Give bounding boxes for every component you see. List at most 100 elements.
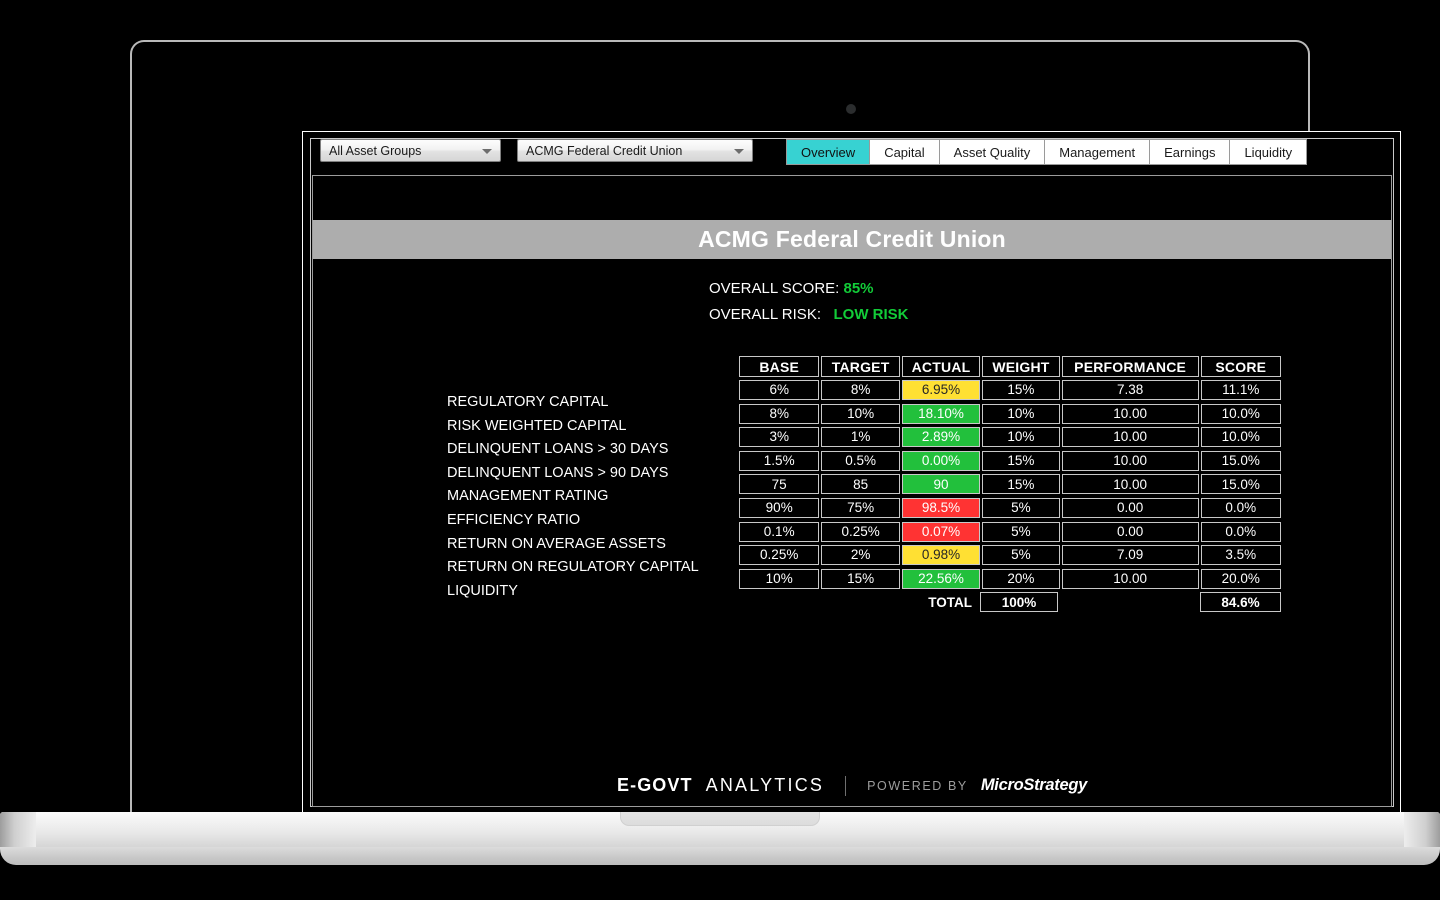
footer-divider — [845, 775, 847, 796]
cell-performance: 10.00 — [1061, 568, 1199, 589]
cell-target: 75% — [821, 497, 900, 518]
tab-overview[interactable]: Overview — [786, 139, 871, 165]
chevron-down-icon — [734, 149, 744, 154]
tab-asset-quality-label: Asset Quality — [953, 144, 1031, 160]
column-header-base: BASE — [739, 356, 820, 377]
cell-weight: 5% — [982, 521, 1060, 542]
cell-weight: 15% — [982, 474, 1060, 495]
cell-target: 0.5% — [821, 450, 900, 471]
cell-score: 0.0% — [1200, 521, 1281, 542]
overall-risk-value: LOW RISK — [833, 306, 909, 323]
overall-risk-label: OVERALL RISK: — [709, 306, 834, 323]
brand-analytics-label: ANALYTICS — [705, 775, 825, 795]
cell-weight: 10% — [982, 427, 1060, 448]
brand-egovt-label: E-GOVT — [617, 775, 693, 795]
cell-base: 10% — [739, 568, 820, 589]
row-label-regulatory-capital: REGULATORY CAPITAL — [447, 394, 609, 410]
cell-weight: 5% — [982, 497, 1060, 518]
row-label-delinquent-loans-30: DELINQUENT LOANS > 30 DAYS — [447, 441, 669, 458]
chevron-down-icon — [482, 149, 492, 154]
tab-capital-label: Capital — [884, 144, 925, 160]
tab-asset-quality[interactable]: Asset Quality — [939, 139, 1046, 165]
overall-risk-row: OVERALL RISK: LOW RISK — [709, 306, 909, 323]
column-header-performance: PERFORMANCE — [1061, 356, 1199, 377]
cell-actual: 0.07% — [901, 521, 981, 542]
laptop-base-front — [0, 847, 1440, 865]
overall-score-value: 85% — [843, 280, 874, 297]
cell-score: 15.0% — [1200, 474, 1281, 495]
cell-target: 15% — [821, 568, 900, 589]
cell-target: 8% — [821, 380, 900, 400]
table-row: 6% 8% 6.95% 15% 7.38 11.1% — [739, 380, 1281, 400]
cell-score: 20.0% — [1200, 568, 1281, 589]
table-row: 10% 15% 22.56% 20% 10.00 20.0% — [739, 568, 1281, 589]
microstrategy-logo: MicroStrategy — [980, 776, 1087, 794]
asset-group-select-value: All Asset Groups — [329, 143, 422, 158]
cell-weight: 15% — [982, 450, 1060, 471]
asset-group-select[interactable]: All Asset Groups — [320, 139, 501, 162]
cell-base: 90% — [739, 497, 820, 518]
cell-score: 11.1% — [1200, 380, 1281, 400]
powered-by-label: POWERED BY — [867, 778, 968, 793]
institution-select[interactable]: ACMG Federal Credit Union — [517, 139, 753, 162]
table-row: 8% 10% 18.10% 10% 10.00 10.0% — [739, 403, 1281, 424]
table-total-row: TOTAL 100% 84.6% — [739, 592, 1281, 613]
cell-base: 1.5% — [739, 450, 820, 471]
cell-performance: 0.00 — [1061, 497, 1199, 518]
cell-base: 6% — [739, 380, 820, 400]
table-row: 90% 75% 98.5% 5% 0.00 0.0% — [739, 497, 1281, 518]
laptop-base-left-edge — [0, 812, 36, 848]
overall-summary: OVERALL SCORE: 85% OVERALL RISK: LOW RIS… — [709, 280, 909, 332]
cell-weight: 5% — [982, 545, 1060, 566]
tab-earnings-label: Earnings — [1164, 144, 1216, 160]
scorecard-row-labels: REGULATORY CAPITAL RISK WEIGHTED CAPITAL… — [447, 391, 737, 603]
tab-liquidity[interactable]: Liquidity — [1230, 139, 1308, 165]
column-header-actual: ACTUAL — [901, 356, 981, 377]
cell-base: 0.25% — [739, 545, 820, 566]
row-label-return-on-regulatory-capital: RETURN ON REGULATORY CAPITAL — [447, 559, 699, 576]
footer: E-GOVT ANALYTICS POWERED BY MicroStrateg… — [313, 775, 1391, 796]
overall-score-label: OVERALL SCORE: — [709, 280, 844, 297]
cell-score: 0.0% — [1200, 497, 1281, 518]
table-row: 0.1% 0.25% 0.07% 5% 0.00 0.0% — [739, 521, 1281, 542]
report-title-bar: ACMG Federal Credit Union — [313, 220, 1391, 259]
table-row: 3% 1% 2.89% 10% 10.00 10.0% — [739, 427, 1281, 448]
cell-actual: 0.98% — [901, 545, 981, 566]
cell-score: 10.0% — [1200, 403, 1281, 424]
page-title: ACMG Federal Credit Union — [698, 226, 1006, 252]
cell-weight: 10% — [982, 403, 1060, 424]
overall-score-row: OVERALL SCORE: 85% — [709, 280, 909, 297]
webcam-icon — [846, 104, 856, 114]
cell-weight: 20% — [982, 568, 1060, 589]
total-weight-value: 100% — [980, 592, 1058, 613]
tab-bar: Overview Capital Asset Quality Managemen… — [786, 139, 1308, 165]
laptop-frame: All Asset Groups ACMG Federal Credit Uni… — [130, 40, 1401, 815]
tab-capital[interactable]: Capital — [870, 139, 940, 165]
column-header-score: SCORE — [1200, 356, 1281, 377]
cell-score: 3.5% — [1200, 545, 1281, 566]
cell-performance: 10.00 — [1061, 474, 1199, 495]
tab-earnings[interactable]: Earnings — [1150, 139, 1231, 165]
cell-performance: 7.38 — [1061, 380, 1199, 400]
cell-base: 8% — [739, 403, 820, 424]
cell-actual: 0.00% — [901, 450, 981, 471]
row-label-risk-weighted-capital: RISK WEIGHTED CAPITAL — [447, 417, 627, 434]
cell-score: 15.0% — [1200, 450, 1281, 471]
laptop-base-right-edge — [1404, 812, 1440, 848]
row-label-management-rating: MANAGEMENT RATING — [447, 488, 609, 505]
table-row: 0.25% 2% 0.98% 5% 7.09 3.5% — [739, 545, 1281, 566]
toolbar: All Asset Groups ACMG Federal Credit Uni… — [318, 139, 1386, 167]
cell-performance: 10.00 — [1061, 403, 1199, 424]
cell-target: 2% — [821, 545, 900, 566]
cell-performance: 7.09 — [1061, 545, 1199, 566]
column-header-target: TARGET — [821, 356, 900, 377]
table-row: 1.5% 0.5% 0.00% 15% 10.00 15.0% — [739, 450, 1281, 471]
cell-base: 3% — [739, 427, 820, 448]
row-label-efficiency-ratio: EFFICIENCY RATIO — [447, 511, 581, 528]
scorecard-grid: BASE TARGET ACTUAL WEIGHT PERFORMANCE SC… — [739, 356, 1281, 613]
cell-score: 10.0% — [1200, 427, 1281, 448]
tab-liquidity-label: Liquidity — [1244, 144, 1293, 160]
cell-target: 85 — [821, 474, 900, 495]
tab-management[interactable]: Management — [1045, 139, 1151, 165]
cell-target: 0.25% — [821, 521, 900, 542]
